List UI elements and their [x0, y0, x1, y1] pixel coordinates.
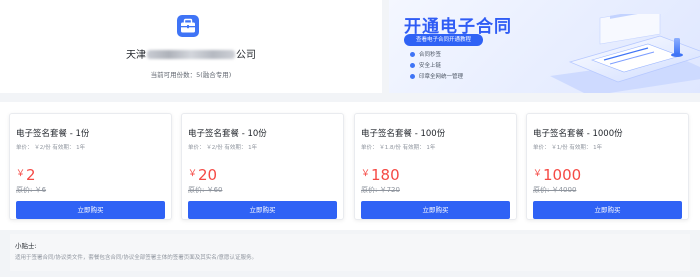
- original-price: 原价: ￥4000: [533, 186, 577, 194]
- promo-banner[interactable]: 开通电子合同 查看电子合同开通教程 合同秒签 安全上链 印章全网统一管理: [389, 0, 700, 93]
- package-list: 电子签名套餐 - 1份 单价： ￥2/份 有效期： 1年 ￥2 原价: ￥6 立…: [0, 102, 700, 230]
- price-amount: 20: [198, 166, 218, 184]
- banner-feature-label: 合同秒签: [419, 52, 442, 58]
- available-count: 当前可用份数：5(融合专用): [150, 71, 232, 79]
- currency-symbol: ￥: [16, 169, 26, 179]
- bullet-dot-icon: [410, 73, 415, 79]
- buy-now-button[interactable]: 立即购买: [188, 201, 337, 219]
- buy-now-button[interactable]: 立即购买: [361, 201, 510, 219]
- price-amount: 180: [371, 166, 400, 184]
- package-price: ￥2: [16, 165, 36, 184]
- currency-symbol: ￥: [188, 169, 198, 179]
- price-amount: 1000: [543, 166, 582, 184]
- company-name: 天津 公司: [0, 50, 382, 62]
- original-price: 原价: ￥60: [188, 186, 223, 194]
- package-meta: 单价： ￥2/份 有效期： 1年: [16, 145, 86, 151]
- original-price: 原价: ￥6: [16, 186, 47, 194]
- currency-symbol: ￥: [533, 169, 543, 179]
- company-name-prefix: 天津: [126, 50, 146, 61]
- banner-feature-label: 安全上链: [419, 63, 442, 69]
- package-title: 电子签名套餐 - 100份: [361, 129, 446, 139]
- briefcase-icon: [177, 15, 199, 37]
- buy-now-button[interactable]: 立即购买: [533, 201, 682, 219]
- bullet-dot-icon: [410, 62, 415, 68]
- package-title: 电子签名套餐 - 1000份: [533, 129, 623, 139]
- redacted-name-block: [147, 50, 235, 59]
- banner-feature: 安全上链: [410, 61, 441, 69]
- package-card: 电子签名套餐 - 100份 单价： ￥1.8/份 有效期： 1年 ￥180 原价…: [354, 113, 517, 220]
- banner-feature: 合同秒签: [410, 50, 441, 58]
- contract-illustration-icon: [550, 14, 700, 93]
- package-price: ￥1000: [533, 165, 581, 184]
- banner-tutorial-link[interactable]: 查看电子合同开通教程: [404, 34, 484, 46]
- package-meta: 单价： ￥1/份 有效期： 1年: [533, 145, 603, 151]
- tips-panel: 小贴士: 适用于签署合同/协议类文件，套餐包含合同/协议全部签署主体的签署页面及…: [10, 234, 690, 271]
- original-price: 原价: ￥720: [361, 186, 400, 194]
- package-meta: 单价： ￥2/份 有效期： 1年: [188, 145, 258, 151]
- package-card: 电子签名套餐 - 1份 单价： ￥2/份 有效期： 1年 ￥2 原价: ￥6 立…: [9, 113, 172, 220]
- tips-title: 小贴士:: [15, 242, 37, 250]
- package-title: 电子签名套餐 - 10份: [188, 129, 267, 139]
- package-price: ￥20: [188, 165, 217, 184]
- package-card: 电子签名套餐 - 10份 单价： ￥2/份 有效期： 1年 ￥20 原价: ￥6…: [181, 113, 344, 220]
- bullet-dot-icon: [410, 51, 415, 57]
- company-name-suffix: 公司: [236, 50, 256, 61]
- package-card: 电子签名套餐 - 1000份 单价： ￥1/份 有效期： 1年 ￥1000 原价…: [526, 113, 689, 220]
- price-amount: 2: [26, 166, 36, 184]
- package-price: ￥180: [361, 165, 400, 184]
- banner-feature-label: 印章全网统一管理: [419, 74, 464, 80]
- currency-symbol: ￥: [361, 169, 371, 179]
- buy-now-button[interactable]: 立即购买: [16, 201, 165, 219]
- package-meta: 单价： ￥1.8/份 有效期： 1年: [361, 145, 436, 151]
- company-card: 天津 公司 当前可用份数：5(融合专用): [0, 0, 382, 93]
- banner-feature: 印章全网统一管理: [410, 72, 463, 80]
- tips-text: 适用于签署合同/协议类文件，套餐包含合同/协议全部签署主体的签署页面及其实名/意…: [15, 255, 258, 261]
- package-title: 电子签名套餐 - 1份: [16, 129, 90, 139]
